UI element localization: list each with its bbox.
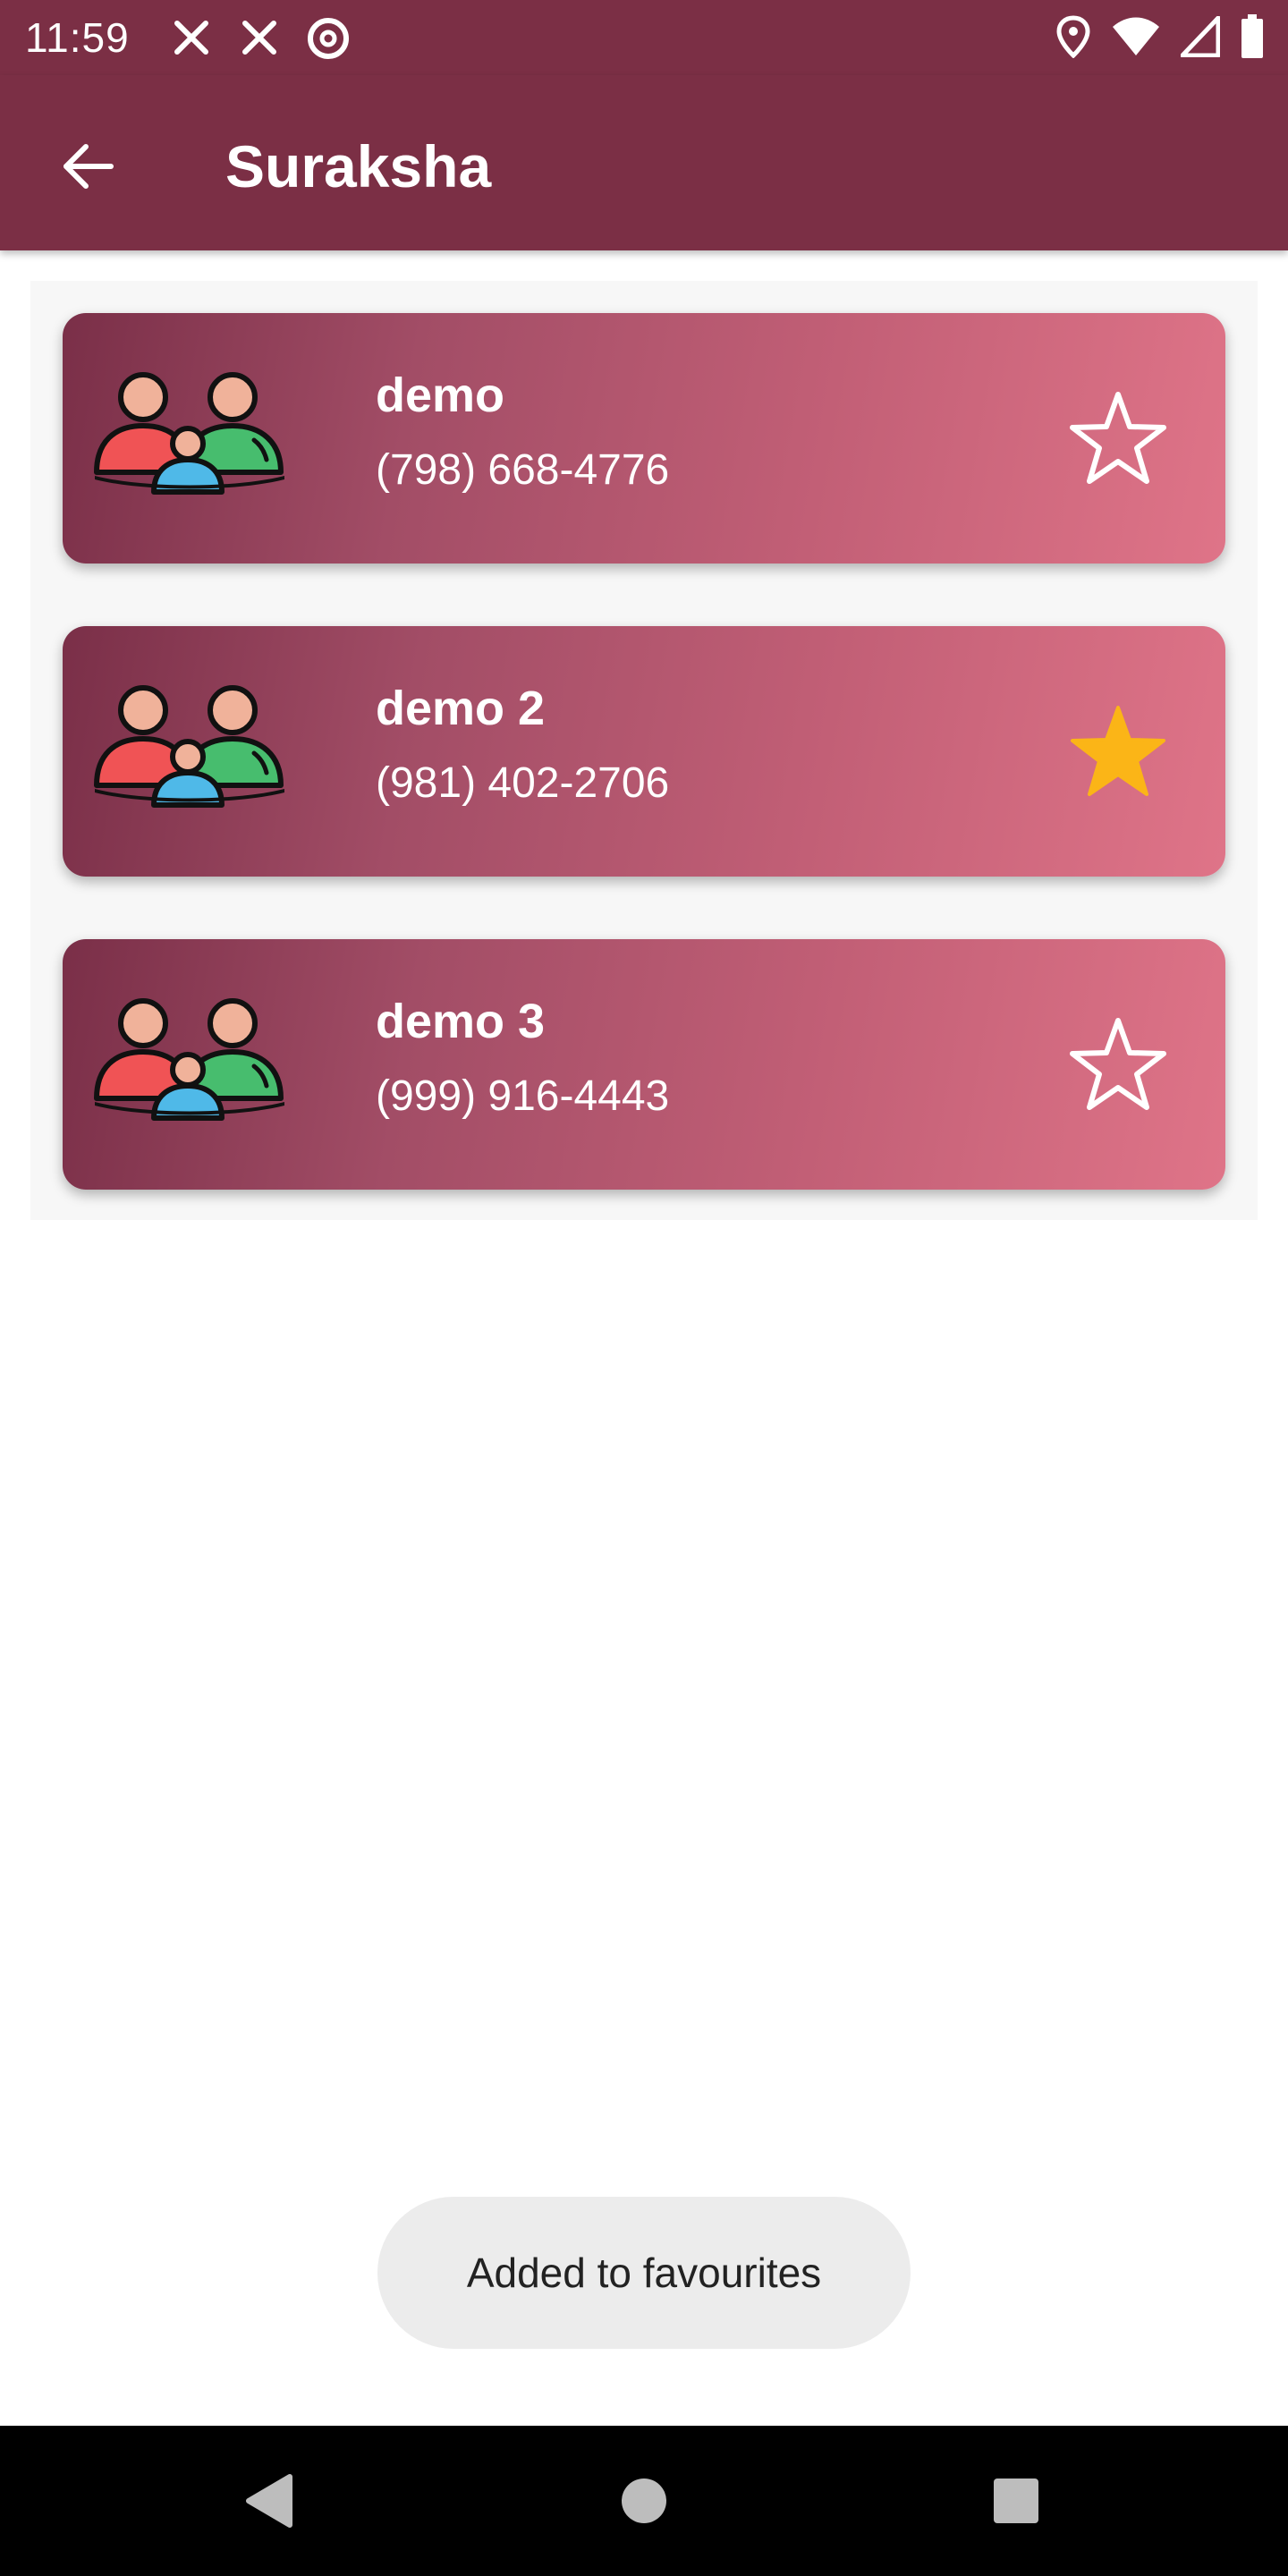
contact-name: demo <box>376 369 505 422</box>
wifi-icon <box>1113 17 1159 55</box>
status-bar: 11:59 <box>0 0 1288 75</box>
star-filled-icon <box>1071 706 1165 796</box>
contact-name: demo 2 <box>376 682 546 735</box>
location-pin-icon <box>1056 15 1090 58</box>
back-button[interactable] <box>52 131 123 202</box>
toast-message: Added to favourites <box>466 2250 822 2296</box>
star-outline-icon <box>1070 392 1166 484</box>
family-icon <box>94 998 284 1121</box>
status-notification-icons <box>170 16 351 61</box>
contact-list: demo (798) 668-4776 demo 2 (981) 402-270… <box>30 281 1258 1220</box>
favourite-button[interactable] <box>1064 698 1172 805</box>
fork-knife-icon <box>174 21 208 55</box>
family-icon <box>94 372 284 495</box>
contact-phone: (999) 916-4443 <box>376 1072 670 1120</box>
nav-back-button[interactable] <box>233 2465 304 2537</box>
nav-home-button[interactable] <box>608 2465 680 2537</box>
contact-phone: (798) 668-4776 <box>376 446 670 494</box>
contact-name: demo 3 <box>376 995 546 1048</box>
contact-phone: (981) 402-2706 <box>376 759 670 807</box>
arrow-left-icon <box>64 144 114 189</box>
fork-knife-icon <box>242 21 276 55</box>
status-system-icons <box>1055 14 1265 59</box>
battery-icon <box>1241 14 1263 58</box>
system-nav-bar <box>0 2426 1288 2576</box>
recents-square-icon <box>994 2479 1038 2523</box>
list-item: demo 3 (999) 916-4443 <box>30 907 1258 1220</box>
family-icon <box>94 685 284 808</box>
page-title: Suraksha <box>225 133 492 199</box>
toast: Added to favourites <box>377 2197 911 2349</box>
status-time: 11:59 <box>25 14 130 61</box>
favourite-button[interactable] <box>1064 1011 1172 1118</box>
star-outline-icon <box>1070 1018 1166 1110</box>
favourite-button[interactable] <box>1064 385 1172 492</box>
app-bar: Suraksha <box>0 75 1288 250</box>
back-triangle-icon <box>246 2474 292 2528</box>
list-item: demo (798) 668-4776 <box>30 281 1258 594</box>
at-sign-icon <box>308 18 349 59</box>
contact-card[interactable]: demo 3 (999) 916-4443 <box>63 939 1225 1190</box>
list-item: demo 2 (981) 402-2706 <box>30 594 1258 907</box>
signal-icon <box>1181 16 1220 57</box>
nav-recents-button[interactable] <box>980 2465 1052 2537</box>
home-circle-icon <box>622 2479 666 2523</box>
contact-card[interactable]: demo 2 (981) 402-2706 <box>63 626 1225 877</box>
contact-card[interactable]: demo (798) 668-4776 <box>63 313 1225 564</box>
